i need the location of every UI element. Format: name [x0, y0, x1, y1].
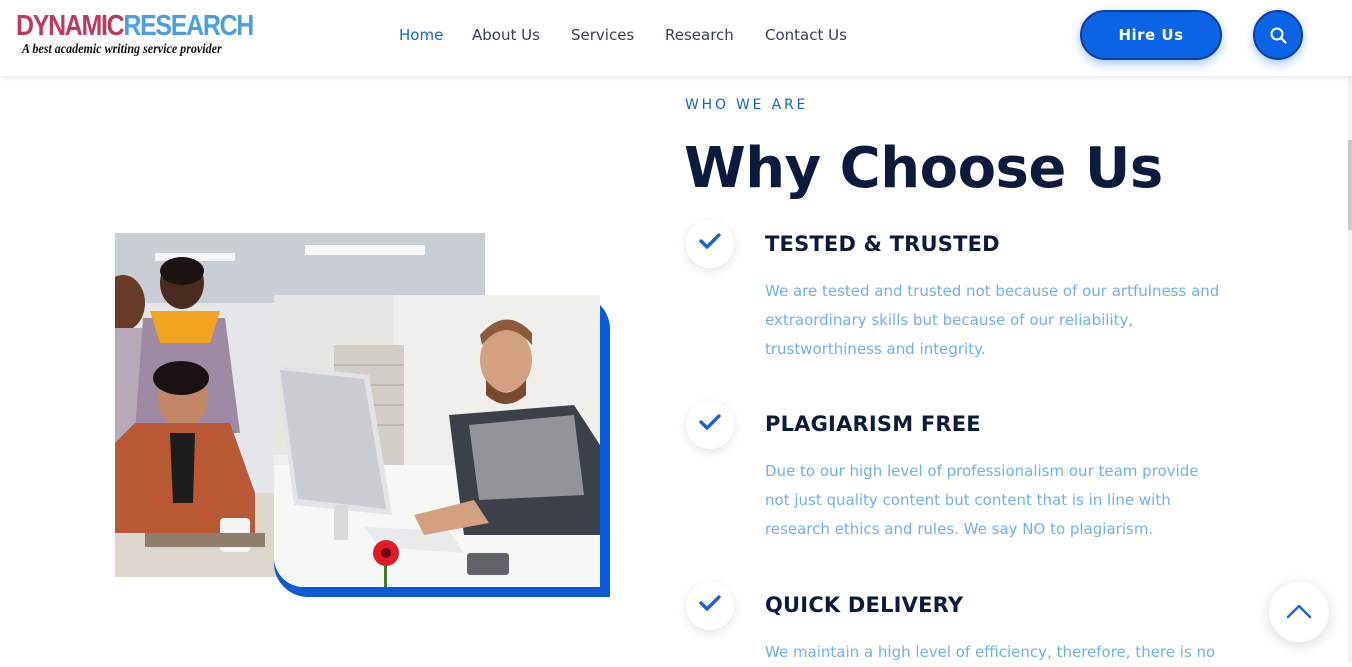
feature-title: TESTED & TRUSTED [765, 232, 1000, 256]
feature-check-icon-container [686, 220, 734, 268]
feature-check-icon-container [686, 582, 734, 630]
feature-title: PLAGIARISM FREE [765, 412, 981, 436]
nav-item-services[interactable]: Services [571, 26, 634, 44]
hire-us-button[interactable]: Hire Us [1080, 10, 1222, 60]
designer-photo [274, 295, 600, 587]
checkmark-icon [699, 414, 721, 430]
logo-part2: RESEARCH [123, 10, 254, 42]
logo-wordmark: DYNAMICRESEARCH [16, 10, 254, 42]
section-title: Why Choose Us [684, 136, 1163, 201]
scroll-to-top-button[interactable] [1269, 582, 1329, 642]
logo[interactable]: DYNAMICRESEARCH A best academic writing … [16, 10, 254, 62]
section-eyebrow: WHO WE ARE [685, 97, 809, 113]
site-header: DYNAMICRESEARCH A best academic writing … [0, 0, 1352, 76]
nav-item-research[interactable]: Research [665, 26, 734, 44]
nav-item-about-us[interactable]: About Us [472, 26, 540, 44]
scrollbar-thumb[interactable] [1348, 140, 1352, 230]
nav-item-contact-us[interactable]: Contact Us [765, 26, 847, 44]
checkmark-icon [699, 595, 721, 611]
feature-description: We maintain a high level of efficiency, … [765, 643, 1216, 661]
search-button[interactable] [1253, 10, 1303, 60]
nav-item-home[interactable]: Home [399, 26, 443, 44]
chevron-up-icon [1286, 604, 1312, 619]
feature-check-icon-container [686, 401, 734, 449]
logo-tagline: A best academic writing service provider [22, 42, 222, 57]
logo-part1: DYNAMIC [16, 10, 125, 42]
search-icon [1270, 27, 1287, 44]
feature-description: Due to our high level of professionalism… [765, 462, 1199, 538]
scrollbar[interactable] [1348, 0, 1352, 662]
feature-title: QUICK DELIVERY [765, 593, 964, 617]
feature-description: We are tested and trusted not because of… [765, 282, 1220, 358]
checkmark-icon [699, 233, 721, 249]
